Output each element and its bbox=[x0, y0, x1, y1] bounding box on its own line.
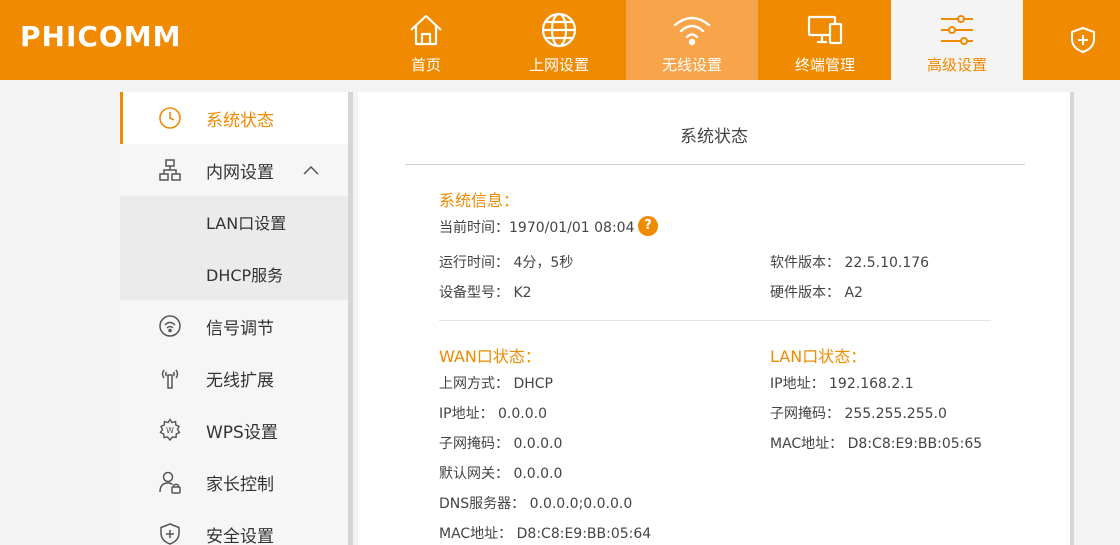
wan-gateway: 默认网关： 0.0.0.0 bbox=[439, 466, 563, 482]
nav-advanced-label: 高级设置 bbox=[926, 56, 987, 74]
sidebar-item-label: 系统状态 bbox=[206, 110, 274, 131]
sidebar-item-label: LAN口设置 bbox=[206, 214, 287, 233]
page-title: 系统状态 bbox=[680, 127, 748, 147]
lan-mask: 子网掩码： 255.255.255.0 bbox=[770, 406, 947, 422]
wan-mask: 子网掩码： 0.0.0.0 bbox=[439, 436, 563, 452]
wan-mode: 上网方式： DHCP bbox=[439, 376, 553, 392]
system-status-panel: 系统状态 系统信息： 当前时间：1970/01/01 08:04 ? 运行时间：… bbox=[358, 92, 1070, 545]
parent-lock-icon bbox=[159, 471, 181, 494]
sidebar-item-parental[interactable]: 家长控制 bbox=[120, 456, 348, 508]
phicomm-logo: PHICOMM bbox=[20, 20, 182, 53]
wan-status-heading: WAN口状态： bbox=[439, 347, 541, 366]
shield-plus-icon[interactable] bbox=[1068, 25, 1098, 55]
sidebar-item-wireless-extend[interactable]: 无线扩展 bbox=[120, 352, 348, 404]
nav-devices[interactable]: 终端管理 bbox=[759, 0, 891, 80]
wps-gear-icon: W bbox=[159, 418, 181, 442]
sidebar-item-label: DHCP服务 bbox=[206, 266, 284, 285]
svg-text:W: W bbox=[166, 426, 174, 435]
globe-icon bbox=[541, 12, 577, 48]
nav-home[interactable]: 首页 bbox=[360, 0, 492, 80]
wan-dns: DNS服务器： 0.0.0.0;0.0.0.0 bbox=[439, 496, 633, 512]
nav-wireless[interactable]: 无线设置 bbox=[626, 0, 758, 80]
sidebar-item-label: 内网设置 bbox=[206, 162, 274, 183]
sidebar-item-system-status[interactable]: 系统状态 bbox=[120, 92, 348, 144]
antenna-icon bbox=[161, 369, 179, 389]
sidebar-item-lan-settings[interactable]: 内网设置 bbox=[120, 144, 348, 196]
wifi-icon bbox=[673, 16, 711, 46]
section-divider bbox=[439, 320, 991, 321]
title-divider bbox=[405, 164, 1025, 165]
sidebar-item-label: 无线扩展 bbox=[206, 370, 274, 391]
wan-ip: IP地址： 0.0.0.0 bbox=[439, 406, 548, 422]
sidebar-item-lan-port[interactable]: LAN口设置 bbox=[120, 196, 348, 248]
nav-home-label: 首页 bbox=[410, 56, 441, 74]
sidebar-item-label: WPS设置 bbox=[206, 422, 278, 443]
sidebar-item-label: 家长控制 bbox=[206, 474, 274, 495]
network-icon bbox=[159, 159, 181, 181]
sidebar-item-security[interactable]: 安全设置 bbox=[120, 508, 348, 545]
signal-icon bbox=[159, 315, 181, 337]
nav-devices-label: 终端管理 bbox=[794, 56, 855, 74]
software-version: 软件版本： 22.5.10.176 bbox=[770, 255, 930, 271]
system-info-heading: 系统信息： bbox=[439, 191, 520, 210]
device-model: 设备型号： K2 bbox=[439, 285, 532, 301]
lan-mac: MAC地址： D8:C8:E9:BB:05:65 bbox=[770, 436, 983, 452]
sidebar-item-signal[interactable]: 信号调节 bbox=[120, 300, 348, 352]
sidebar: 系统状态 内网设置 LAN口设置 DHCP服务 信号调节 无线扩展 W WPS设… bbox=[120, 92, 348, 545]
devices-icon bbox=[807, 15, 843, 45]
lan-ip: IP地址： 192.168.2.1 bbox=[770, 376, 914, 392]
shield-plus-icon bbox=[160, 523, 180, 545]
nav-internet[interactable]: 上网设置 bbox=[493, 0, 625, 80]
sidebar-item-wps[interactable]: W WPS设置 bbox=[120, 404, 348, 456]
nav-internet-label: 上网设置 bbox=[528, 56, 589, 74]
help-icon[interactable]: ? bbox=[638, 216, 658, 236]
clock-icon bbox=[159, 107, 181, 129]
lan-status-heading: LAN口状态： bbox=[770, 347, 867, 366]
home-icon bbox=[410, 14, 442, 46]
sidebar-item-label: 安全设置 bbox=[206, 526, 274, 545]
uptime: 运行时间： 4分，5秒 bbox=[439, 255, 574, 271]
sidebar-item-dhcp[interactable]: DHCP服务 bbox=[120, 248, 348, 300]
nav-advanced[interactable]: 高级设置 bbox=[891, 0, 1023, 80]
chevron-up-icon[interactable] bbox=[302, 164, 320, 176]
nav-wireless-label: 无线设置 bbox=[661, 56, 722, 74]
current-time: 当前时间：1970/01/01 08:04 bbox=[439, 220, 635, 236]
hardware-version: 硬件版本： A2 bbox=[770, 285, 863, 301]
content-scrollbar[interactable] bbox=[1070, 92, 1074, 545]
sidebar-item-label: 信号调节 bbox=[206, 318, 274, 339]
wan-mac: MAC地址： D8:C8:E9:BB:05:64 bbox=[439, 526, 652, 542]
sidebar-scrollbar[interactable] bbox=[348, 92, 353, 545]
top-header: PHICOMM 首页 上网设置 无线设置 终端管理 高级设置 bbox=[0, 0, 1120, 80]
sliders-icon bbox=[941, 15, 973, 45]
